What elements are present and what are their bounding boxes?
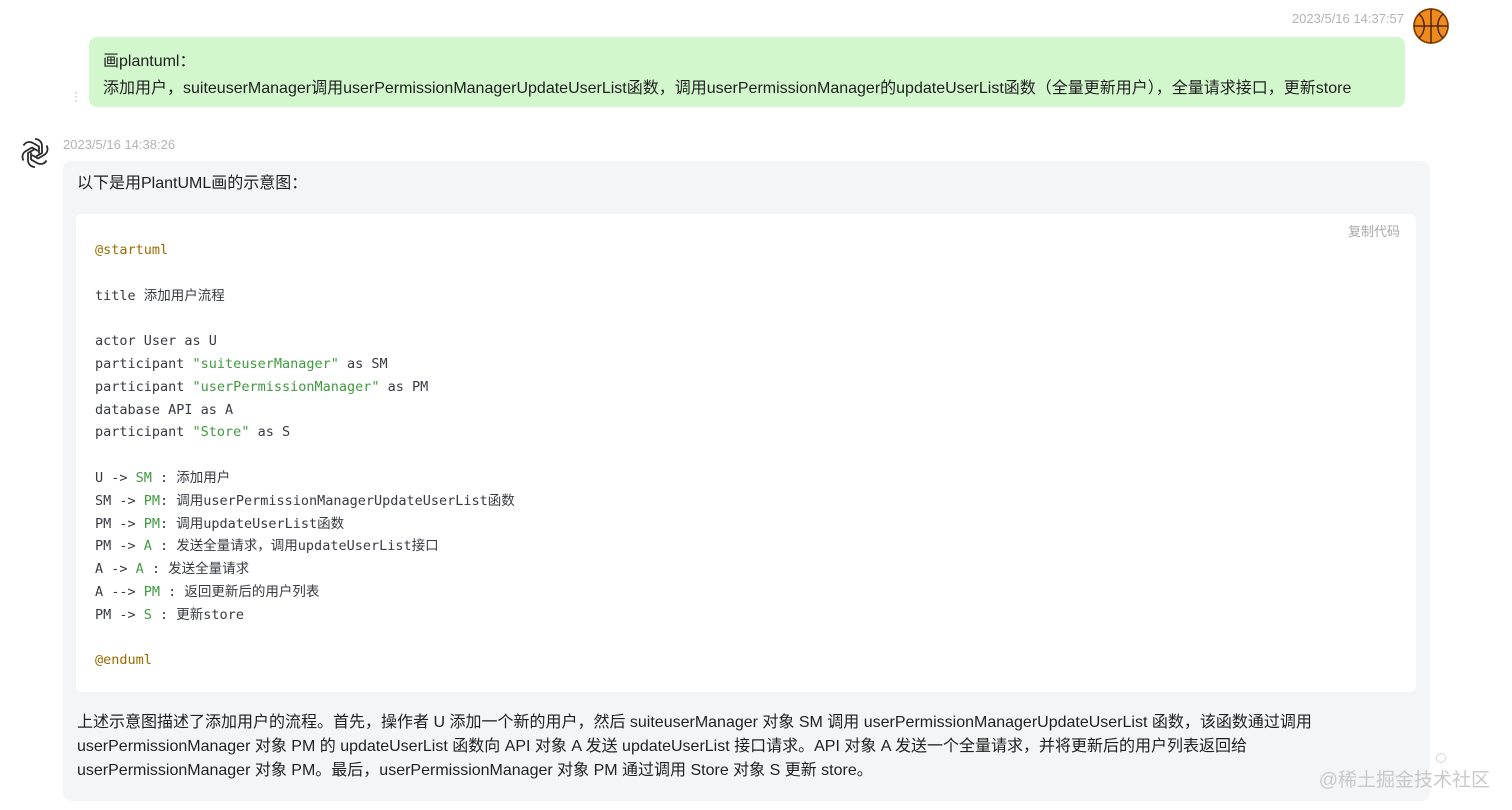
summary-line: 上述示意图描述了添加用户的流程。首先，操作者 U 添加一个新的用户，然后 sui… [77, 714, 1312, 731]
code-line: A --> PM : 返回更新后的用户列表 [95, 581, 515, 604]
copy-code-button[interactable]: 复制代码 [1348, 221, 1400, 240]
chat-page: 2023/5/16 14:37:57 画plantuml： 添加用户，suite… [0, 0, 1512, 810]
basketball-icon[interactable] [1413, 8, 1449, 44]
code-token: PM [143, 515, 161, 532]
code-token: actor User as U [95, 333, 217, 350]
code-token: participant [95, 378, 193, 395]
code-token: PM -> [95, 606, 144, 623]
code-token: @startuml [95, 242, 169, 258]
code-token: : 返回更新后的用户列表 [160, 583, 320, 600]
code-token: participant [95, 355, 193, 372]
code-line: PM -> S : 更新store [95, 604, 515, 627]
more-options-icon[interactable]: · · · [73, 86, 79, 106]
code-token: A [143, 538, 152, 555]
code-line: SM -> PM: 调用userPermissionManagerUpdateU… [95, 490, 515, 513]
code-token: S [143, 606, 152, 623]
code-block: 复制代码 @startuml title 添加用户流程 actor User as … [76, 214, 1416, 692]
code-token: "Store" [192, 424, 250, 441]
openai-logo-graphic [21, 138, 49, 168]
user-message-timestamp: 2023/5/16 14:37:57 [1291, 11, 1404, 26]
plantuml-code: @startuml title 添加用户流程 actor User as U part… [95, 239, 515, 672]
code-token: A [135, 561, 144, 578]
code-token: "suiteuserManager" [192, 355, 339, 372]
user-message-line: 画plantuml： [103, 53, 196, 70]
code-token: SM [135, 469, 152, 486]
code-line: PM -> A : 发送全量请求，调用updateUserList接口 [95, 535, 515, 558]
code-line: title 添加用户流程 [95, 285, 515, 308]
code-line: U -> SM : 添加用户 [95, 467, 515, 490]
bot-summary-text: 上述示意图描述了添加用户的流程。首先，操作者 U 添加一个新的用户，然后 sui… [77, 711, 1407, 783]
code-token: A --> [95, 583, 144, 600]
code-line: PM -> PM: 调用updateUserList函数 [95, 513, 515, 536]
bot-message-timestamp: 2023/5/16 14:38:26 [63, 137, 176, 152]
code-token: title 添加用户流程 [95, 287, 225, 304]
code-line: participant "Store" as S [95, 421, 515, 444]
code-token: : 调用userPermissionManagerUpdateUserList函… [160, 492, 515, 509]
code-token: U -> [95, 469, 136, 486]
code-token: as SM [338, 355, 388, 372]
code-token: "userPermissionManager" [192, 378, 380, 395]
basketball-icon-graphic [1413, 8, 1449, 44]
user-message-line: 添加用户，suiteuserManager调用userPermissionMan… [103, 80, 1352, 97]
summary-line: userPermissionManager 对象 PM 的 updateUser… [77, 738, 1248, 755]
user-message-bubble: 画plantuml： 添加用户，suiteuserManager调用userPe… [89, 37, 1405, 107]
code-token: : 更新store [151, 606, 244, 623]
code-token: as S [249, 424, 291, 441]
code-line: actor User as U [95, 330, 515, 353]
code-token: PM -> [95, 538, 144, 555]
code-token: PM -> [95, 515, 144, 532]
code-token: : 调用updateUserList函数 [160, 515, 345, 532]
code-token: as PM [379, 378, 429, 395]
code-line: @enduml [95, 649, 515, 672]
code-token: PM [143, 583, 161, 600]
code-line: participant "suiteuserManager" as SM [95, 353, 515, 376]
bot-intro-text: 以下是用PlantUML画的示意图： [77, 175, 308, 192]
openai-logo-icon [17, 135, 53, 171]
code-token: : 添加用户 [151, 469, 231, 486]
loading-spinner-icon [1436, 753, 1446, 763]
bot-message-bubble: 以下是用PlantUML画的示意图： 复制代码 @startuml title 添… [63, 161, 1430, 801]
code-token: : 发送全量请求 [143, 561, 250, 578]
code-line: A -> A : 发送全量请求 [95, 558, 515, 581]
code-line: database API as A [95, 399, 515, 422]
watermark: @稀土掘金技术社区 [1318, 770, 1490, 791]
code-line: @startuml [95, 239, 515, 262]
code-token: database API as A [95, 401, 234, 418]
code-token: participant [95, 424, 193, 441]
code-token: @enduml [95, 652, 152, 669]
code-token: : 发送全量请求，调用updateUserList接口 [151, 538, 439, 555]
code-token: A -> [95, 561, 136, 578]
code-token: SM -> [95, 492, 144, 509]
code-line: participant "userPermissionManager" as P… [95, 376, 515, 399]
code-token: PM [143, 492, 161, 509]
summary-line: userPermissionManager 对象 PM。最后，userPermi… [77, 762, 873, 779]
